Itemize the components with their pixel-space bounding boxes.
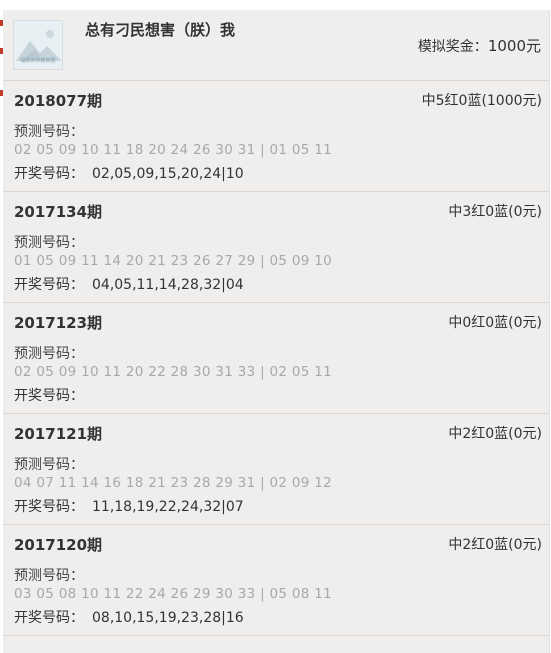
result-badge: 中2红0蓝(0元) — [448, 426, 542, 442]
user-header: 福彩大乐透数据 总有刁民想害（朕）我 模拟奖金：1000元 — [3, 10, 549, 81]
draw-line: 开奖号码： 04,05,11,14,28,32|04 — [14, 274, 244, 294]
issue-number: 2017123期 — [14, 314, 103, 332]
record-item[interactable]: 2018077期 中5红0蓝(1000元) 预测号码： 02 05 09 10 … — [3, 81, 549, 192]
issue-number: 2017134期 — [14, 203, 103, 221]
draw-numbers: 11,18,19,22,24,32|07 — [92, 499, 244, 515]
username[interactable]: 总有刁民想害（朕）我 — [85, 19, 235, 40]
draw-label: 开奖号码： — [14, 499, 84, 515]
result-badge: 中0红0蓝(0元) — [448, 315, 542, 331]
draw-numbers: 02,05,09,15,20,24|10 — [92, 166, 244, 182]
prediction-numbers: 04 07 11 14 16 18 21 23 28 29 31 | 02 09… — [14, 475, 333, 491]
draw-label: 开奖号码： — [14, 610, 84, 626]
draw-line: 开奖号码： — [14, 385, 92, 405]
draw-label: 开奖号码： — [14, 166, 84, 182]
prediction-label: 预测号码： — [14, 346, 84, 362]
prediction-numbers: 02 05 09 10 11 20 22 28 30 31 33 | 02 05… — [14, 364, 333, 380]
prize-label: 模拟奖金： — [417, 39, 488, 55]
simulated-prize: 模拟奖金：1000元 — [418, 35, 541, 56]
draw-label: 开奖号码： — [14, 388, 84, 404]
prediction-label: 预测号码： — [14, 457, 84, 473]
issue-number: 2018077期 — [14, 92, 103, 110]
record-item[interactable]: 2017134期 中3红0蓝(0元) 预测号码： 01 05 09 11 14 … — [3, 192, 549, 303]
draw-numbers: 04,05,11,14,28,32|04 — [92, 277, 244, 293]
prediction-numbers: 02 05 09 10 11 18 20 24 26 30 31 | 01 05… — [14, 142, 333, 158]
avatar[interactable]: 福彩大乐透数据 — [13, 20, 63, 70]
result-badge: 中5红0蓝(1000元) — [421, 93, 542, 109]
result-badge: 中2红0蓝(0元) — [448, 537, 542, 553]
draw-line: 开奖号码： 11,18,19,22,24,32|07 — [14, 496, 244, 516]
prediction-label: 预测号码： — [14, 124, 84, 140]
record-item[interactable]: 2017121期 中2红0蓝(0元) 预测号码： 04 07 11 14 16 … — [3, 414, 549, 525]
prize-amount: 1000元 — [487, 37, 541, 55]
draw-line: 开奖号码： 08,10,15,19,23,28|16 — [14, 607, 244, 627]
draw-numbers: 08,10,15,19,23,28|16 — [92, 610, 244, 626]
draw-label: 开奖号码： — [14, 277, 84, 293]
avatar-caption: 福彩大乐透数据 — [20, 58, 56, 64]
prediction-history-panel: 福彩大乐透数据 总有刁民想害（朕）我 模拟奖金：1000元 2018077期 中… — [3, 10, 550, 653]
record-item[interactable]: 2017123期 中0红0蓝(0元) 预测号码： 02 05 09 10 11 … — [3, 303, 549, 414]
prediction-numbers: 01 05 09 11 14 20 21 23 26 27 29 | 05 09… — [14, 253, 333, 269]
result-badge: 中3红0蓝(0元) — [448, 204, 542, 220]
record-item[interactable]: 2017120期 中2红0蓝(0元) 预测号码： 03 05 08 10 11 … — [3, 525, 549, 636]
issue-number: 2017121期 — [14, 425, 103, 443]
prediction-label: 预测号码： — [14, 568, 84, 584]
draw-line: 开奖号码： 02,05,09,15,20,24|10 — [14, 163, 244, 183]
prediction-label: 预测号码： — [14, 235, 84, 251]
prediction-numbers: 03 05 08 10 11 22 24 26 29 30 33 | 05 08… — [14, 586, 333, 602]
issue-number: 2017120期 — [14, 536, 103, 554]
